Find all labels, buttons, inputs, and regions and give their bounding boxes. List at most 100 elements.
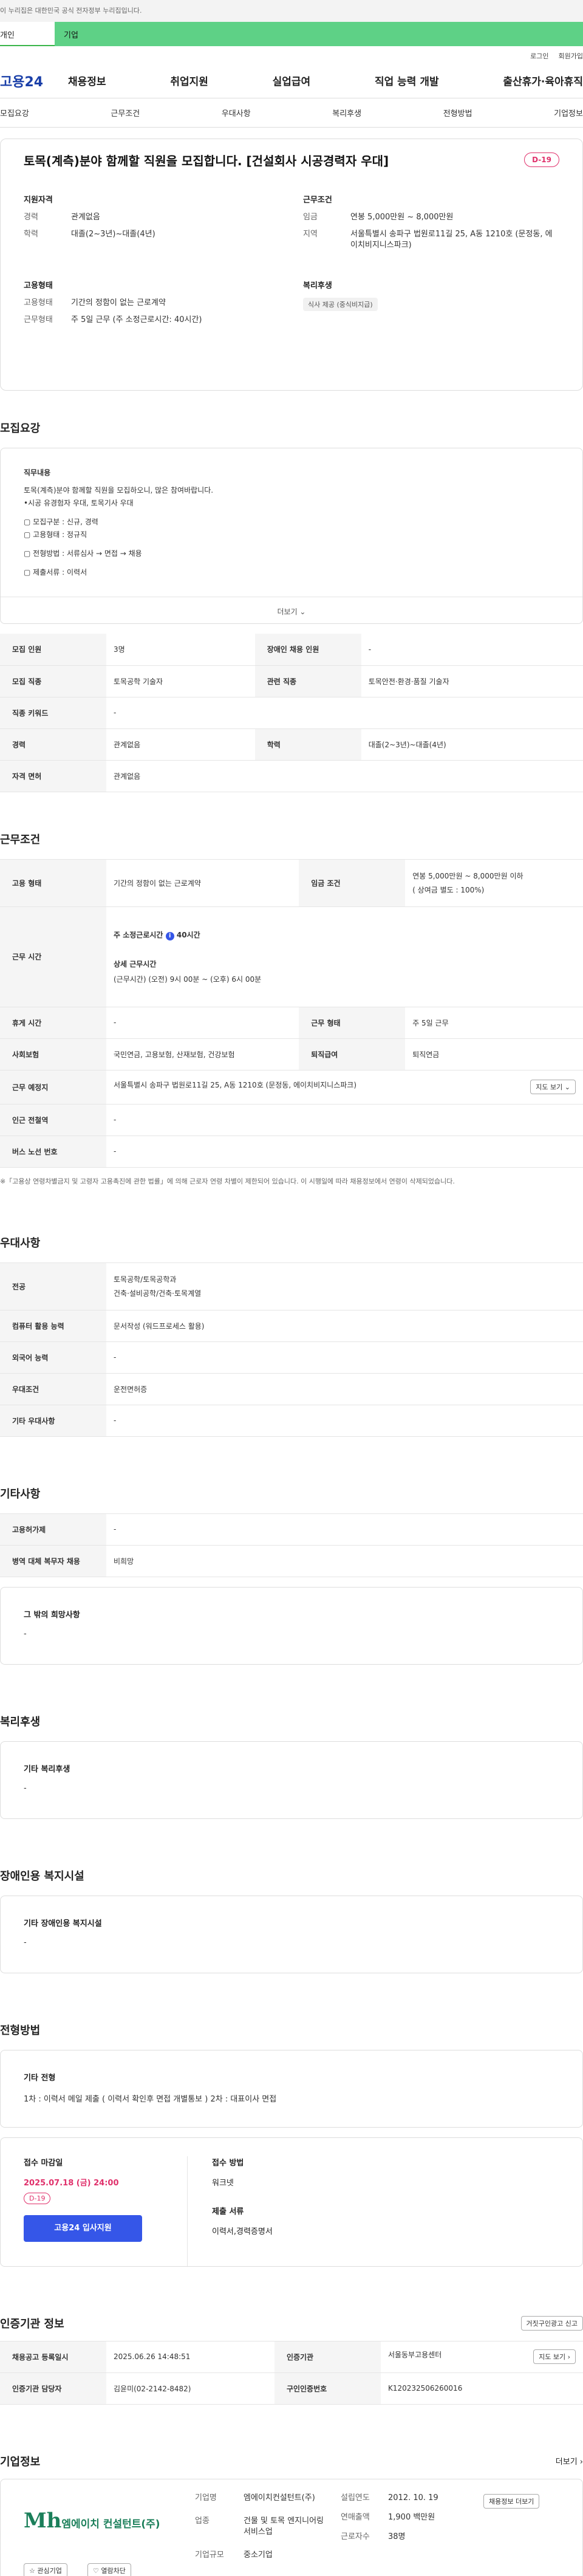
gnb-item-jobs[interactable]: 채용정보 [68,73,106,88]
site-logo[interactable]: 고용24 [0,71,68,91]
row-label: 모집 직종 [0,665,106,697]
row-value: 연봉 5,000만원 ~ 8,000만원 이하 ( 상여금 별도 : 100%) [405,859,583,907]
row-value: 관계없음 [106,760,583,792]
screening-box-value: 1차 : 이력서 메일 제출 ( 이력서 확인후 면접 개별통보 ) 2차 : … [24,2094,277,2104]
worktype-label: 근무형태 [24,315,53,324]
subnav-company[interactable]: 기업정보 [554,107,583,118]
co-name-label: 기업명 [195,2493,217,2502]
user-type-tabs: 개인 기업 [0,22,583,46]
deadline-label: 접수 마감일 [24,2158,63,2168]
subnav-prefer[interactable]: 우대사항 [222,107,251,118]
row-label: 장애인 채용 인원 [254,634,361,666]
apply-button[interactable]: 고용24 입사지원 [24,2215,142,2242]
etc-title: 기타사항 [0,1487,41,1501]
more-button[interactable]: 더보기 ⌄ [1,597,582,623]
emp-value: 기간의 정함이 없는 근로계약 [71,298,166,307]
co-name-value: 엠에이치컨설턴트(주) [244,2493,315,2502]
edu-label: 학력 [24,230,38,239]
row-label: 사회보험 [0,1038,106,1070]
company-card: Mh엠에이치 컨설턴트(주) ☆ 관심기업 ♡ 열람차단 기업명 엠에이치컨설턴트… [0,2478,583,2576]
recruit-table: 모집 인원 3명 장애인 채용 인원 - 모집 직종 토목공학 기술자 관련 직종 토목안전… [0,634,583,792]
apply-box: 접수 마감일 2025.07.18 (금) 24:00 D-19 고용24 입사… [0,2137,583,2267]
row-label: 직종 키워드 [0,697,106,729]
row-label: 병역 대체 복무자 채용 [0,1545,106,1577]
row-value: - [106,1136,583,1168]
detail-line: ▢ 전형방법 : 서류심사 → 면접 → 채용 [24,549,142,558]
row-value: 기간의 정함이 없는 근로계약 [106,859,299,907]
row-value: 퇴직연금 [405,1038,583,1070]
row-value: 관계없음 [106,728,255,761]
co-sales-label: 연매출액 [341,2512,370,2522]
row-label: 전공 [0,1262,106,1310]
row-label: 채용공고 등록일시 [0,2341,106,2373]
disabled-box-heading: 기타 장애인용 복지시설 [24,1919,102,1928]
screening-title: 전형방법 [0,2024,41,2037]
row-label: 경력 [0,728,106,761]
row-value: - [106,1405,583,1437]
row-value: 3명 [106,634,255,666]
row-label: 구인인증번호 [274,2372,381,2405]
detail-line: ▢ 고용형태 : 정규직 [24,530,87,539]
agency-table: 채용공고 등록일시 2025.06.26 14:48:51 인증기관 서울동부고용센터… [0,2340,583,2405]
gnb-menu: 채용정보 취업지원 실업급여 직업 능력 개발 출산휴가·육아휴직 [68,73,583,88]
career-value: 관계없음 [71,213,100,222]
report-button[interactable]: 거짓구인광고 신고 [520,2315,583,2331]
edu-value: 대졸(2~3년)~대졸(4년) [71,230,155,239]
block-company-button[interactable]: ♡ 열람차단 [87,2563,131,2576]
company-more-link[interactable]: 더보기 › [556,2455,583,2467]
tab-personal[interactable]: 개인 [0,22,55,46]
disabled-box: 기타 장애인용 복지시설 - [0,1895,583,1973]
gnb-item-training[interactable]: 직업 능력 개발 [375,73,439,88]
welfare-title: 복리후생 [0,1715,41,1728]
conditions-table: 고용 형태 기간의 정함이 없는 근로계약 임금 조건 연봉 5,000만원 ~ 8,… [0,858,583,1168]
co-industry-value: 건물 및 토목 엔지니어링 서비스업 [244,2516,324,2537]
row-value: 주 5일 근무 [405,1007,583,1039]
row-label: 휴게 시간 [0,1007,106,1039]
row-value: 토목공학 기술자 [106,665,255,697]
prefer-table: 전공 토목공학/토목공학과 건축·설비공학/건축·토목계열 컴퓨터 활용 능력 문서작… [0,1262,583,1437]
row-label: 고용허가제 [0,1513,106,1546]
emp-heading: 고용형태 [24,281,53,290]
job-detail-box: 직무내용 토목(계측)분야 함께할 직원을 모집하오니, 많은 참여바랍니다. … [0,448,583,624]
subnav-screening[interactable]: 전형방법 [443,107,472,118]
row-label: 임금 조건 [299,859,406,907]
global-nav: 고용24 채용정보 취업지원 실업급여 직업 능력 개발 출산휴가·육아휴직 [0,63,583,98]
row-value: 서울동부고용센터 지도 보기 › [380,2341,583,2373]
tab-company[interactable]: 기업 [55,22,583,46]
row-label: 모집 인원 [0,634,106,666]
welfare-box-heading: 기타 복리후생 [24,1764,70,1774]
method-label: 접수 방법 [212,2158,244,2168]
row-value: - [106,1007,299,1039]
co-est-value: 2012. 10. 19 [388,2493,438,2502]
fav-company-button[interactable]: ☆ 관심기업 [24,2563,67,2576]
row-label: 기타 우대사항 [0,1405,106,1437]
method-value: 워크넷 [212,2178,234,2188]
gnb-item-unemployment[interactable]: 실업급여 [273,73,311,88]
signup-link[interactable]: 회원가입 [559,52,583,60]
row-value: 운전면허증 [106,1373,583,1405]
recruit-title: 모집요강 [0,422,41,435]
company-jobs-button[interactable]: 채용정보 더보기 [483,2493,540,2509]
agency-map-button[interactable]: 지도 보기 › [533,2349,576,2364]
gnb-item-leave[interactable]: 출산휴가·육아휴직 [503,73,583,88]
dday-badge: D-19 [524,152,559,167]
major-line2: 건축·설비공학/건축·토목계열 [114,1289,202,1298]
info-icon[interactable]: i [165,931,174,940]
map-button[interactable]: 지도 보기 ⌄ [530,1080,576,1094]
subnav-recruit[interactable]: 모집요강 [0,107,29,118]
deadline-value: 2025.07.18 (금) 24:00 [24,2178,119,2188]
login-link[interactable]: 로그인 [530,52,548,60]
co-size-value: 중소기업 [244,2550,273,2560]
welfare-box: 기타 복리후생 - [0,1741,583,1819]
company-logo: Mh엠에이치 컨설턴트(주) [24,2508,160,2533]
row-label: 인근 전철역 [0,1104,106,1136]
welfare-box-value: - [24,1783,27,1793]
subnav-conditions[interactable]: 근무조건 [111,107,140,118]
row-value: 주 소정근로시간 i 40시간 상세 근무시간 (근무시간) (오전) 9시 0… [106,906,583,1007]
welfare-chip: 식사 제공 (중식비지급) [303,298,378,311]
gnb-item-support[interactable]: 취업지원 [170,73,208,88]
subnav-welfare[interactable]: 복리후생 [332,107,361,118]
co-emp-label: 근로자수 [341,2532,370,2541]
row-label: 근무 예정지 [0,1070,106,1105]
row-label: 학력 [254,728,361,761]
